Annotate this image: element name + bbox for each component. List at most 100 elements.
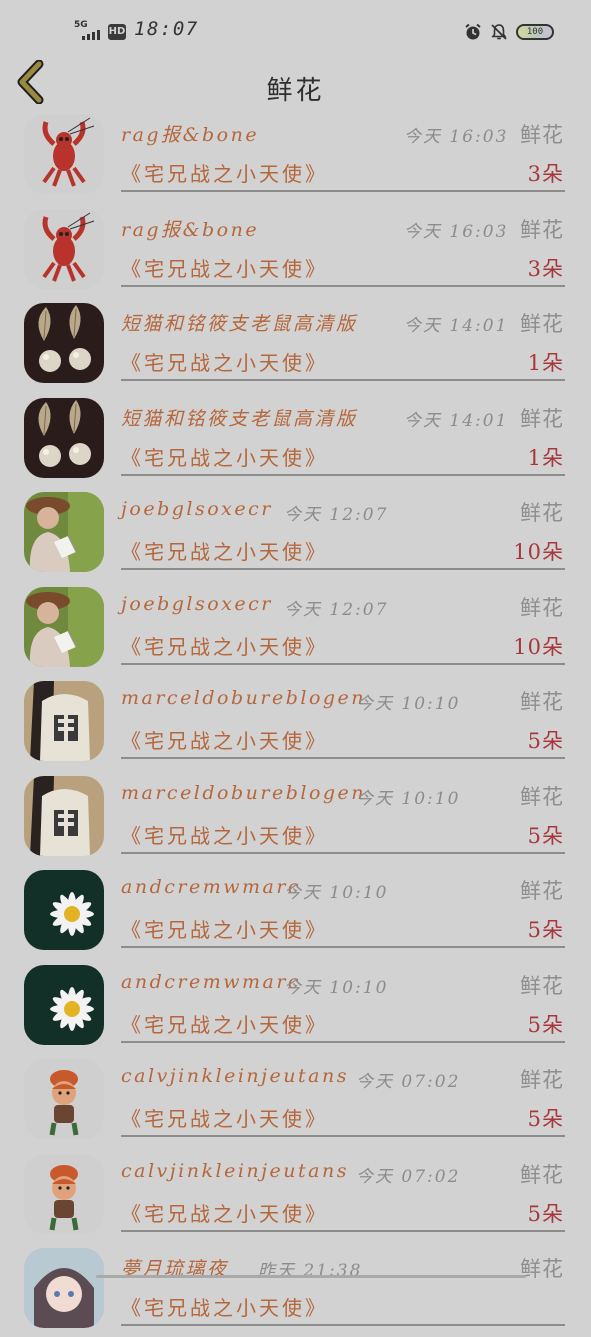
sender-name: marceldobureblogen	[121, 687, 367, 709]
book-title: 《宅兄战之小天使》	[121, 634, 328, 659]
gift-type: 鲜花	[520, 312, 564, 336]
gift-time: 今天 14:01	[404, 316, 509, 336]
alarm-icon	[465, 23, 481, 40]
signal-icon: 5G	[74, 20, 106, 42]
list-item[interactable]: marceldobureblogen 今天 10:10 鲜花 《宅兄战之小天使》…	[0, 770, 591, 865]
signal-bar	[82, 36, 85, 40]
gift-quantity: 5朵	[527, 823, 564, 848]
gift-time: 今天 10:10	[356, 788, 461, 809]
signal-bar	[97, 30, 100, 40]
book-title: 《宅兄战之小天使》	[121, 1296, 328, 1320]
gift-quantity: 5朵	[527, 918, 564, 942]
gift-time: 今天 07:02	[356, 1072, 461, 1092]
avatar-image	[24, 397, 104, 478]
gift-quantity: 5朵	[527, 1107, 564, 1131]
book-title: 《宅兄战之小天使》	[121, 823, 328, 848]
gift-quantity: 1朵	[527, 351, 564, 375]
gift-type: 鲜花	[520, 784, 564, 809]
avatar[interactable]	[24, 964, 104, 1045]
status-bar: 5G HD 18:07 100	[0, 0, 591, 56]
list-item[interactable]: andcremwmarc 今天 10:10 鲜花 《宅兄战之小天使》 5朵	[0, 959, 591, 1054]
gift-time: 今天 10:10	[284, 883, 389, 903]
hd-badge: HD	[108, 24, 126, 40]
sender-name: joebglsoxecr	[121, 498, 273, 520]
avatar[interactable]	[24, 775, 104, 856]
avatar-image	[24, 208, 104, 289]
avatar-image	[24, 114, 104, 194]
book-title: 《宅兄战之小天使》	[121, 918, 328, 942]
avatar[interactable]	[24, 114, 104, 194]
sender-name: andcremwmarc	[121, 970, 302, 993]
gift-type: 鲜花	[520, 1068, 564, 1092]
gift-type: 鲜花	[520, 406, 564, 431]
gift-quantity: 3朵	[527, 162, 564, 186]
row-divider	[121, 1229, 565, 1232]
avatar-image	[24, 1153, 104, 1234]
sender-name: joebglsoxecr	[121, 592, 273, 615]
gift-record-list: rag报&bone 今天 16:03 鲜花 《宅兄战之小天使》 3朵 rag报&…	[0, 108, 591, 1337]
row-divider	[121, 1040, 565, 1043]
sender-name: andcremwmarc	[121, 876, 302, 898]
header: 鲜花	[0, 56, 591, 108]
avatar[interactable]	[24, 681, 104, 761]
row-divider	[121, 473, 565, 476]
book-title: 《宅兄战之小天使》	[121, 1107, 328, 1131]
gift-type: 鲜花	[520, 217, 564, 242]
gift-type: 鲜花	[520, 690, 564, 714]
book-title: 《宅兄战之小天使》	[121, 1201, 328, 1226]
list-item[interactable]: rag报&bone 今天 16:03 鲜花 《宅兄战之小天使》 3朵	[0, 203, 591, 298]
gift-type: 鲜花	[520, 973, 564, 998]
sender-name: rag报&bone	[121, 218, 260, 241]
gift-time: 今天 10:10	[356, 694, 461, 714]
sender-name: rag报&bone	[121, 124, 260, 146]
gift-type: 鲜花	[520, 1257, 564, 1281]
list-item[interactable]: andcremwmarc 今天 10:10 鲜花 《宅兄战之小天使》 5朵	[0, 864, 591, 959]
row-divider	[121, 1135, 565, 1137]
avatar[interactable]	[24, 1153, 104, 1234]
gift-quantity: 10朵	[513, 540, 564, 564]
list-item[interactable]: joebglsoxecr 今天 12:07 鲜花 《宅兄战之小天使》 10朵	[0, 486, 591, 581]
gift-time: 今天 07:02	[356, 1166, 461, 1187]
book-title: 《宅兄战之小天使》	[121, 162, 328, 186]
avatar-image	[24, 681, 104, 761]
gift-quantity: 10朵	[513, 634, 564, 659]
avatar[interactable]	[24, 586, 104, 667]
book-title: 《宅兄战之小天使》	[121, 729, 328, 753]
gift-time: 今天 10:10	[284, 977, 389, 998]
gift-type: 鲜花	[520, 501, 564, 525]
avatar-image	[24, 586, 104, 667]
avatar-image	[24, 1248, 104, 1328]
gift-time: 今天 16:03	[404, 127, 509, 147]
list-item[interactable]: calvjinkleinjeutans 今天 07:02 鲜花 《宅兄战之小天使…	[0, 1053, 591, 1148]
avatar[interactable]	[24, 208, 104, 289]
row-divider	[121, 851, 565, 854]
list-item[interactable]: calvjinkleinjeutans 今天 07:02 鲜花 《宅兄战之小天使…	[0, 1148, 591, 1243]
sender-name: 短猫和铭筱支老鼠高清版	[121, 407, 358, 430]
row-divider	[121, 284, 565, 287]
avatar[interactable]	[24, 303, 104, 383]
status-time: 18:07	[134, 18, 199, 40]
avatar[interactable]	[24, 1248, 104, 1328]
network-type: 5G	[74, 20, 88, 30]
gift-quantity: 3朵	[527, 256, 564, 281]
row-divider	[121, 379, 565, 381]
list-item[interactable]: 夢月琉璃夜 昨天 21:38 鲜花 《宅兄战之小天使》	[0, 1242, 591, 1337]
gift-time: 今天 12:07	[284, 505, 389, 525]
avatar[interactable]	[24, 397, 104, 478]
row-divider	[121, 190, 565, 192]
avatar-image	[24, 1059, 104, 1139]
avatar[interactable]	[24, 1059, 104, 1139]
gift-quantity: 5朵	[527, 729, 564, 753]
list-item[interactable]: 短猫和铭筱支老鼠高清版 今天 14:01 鲜花 《宅兄战之小天使》 1朵	[0, 297, 591, 392]
list-item[interactable]: rag报&bone 今天 16:03 鲜花 《宅兄战之小天使》 3朵	[0, 108, 591, 203]
gift-type: 鲜花	[520, 879, 564, 903]
signal-bar	[92, 32, 95, 40]
list-item[interactable]: marceldobureblogen 今天 10:10 鲜花 《宅兄战之小天使》…	[0, 675, 591, 770]
list-item[interactable]: 短猫和铭筱支老鼠高清版 今天 14:01 鲜花 《宅兄战之小天使》 1朵	[0, 392, 591, 487]
row-divider	[121, 568, 565, 570]
avatar[interactable]	[24, 870, 104, 950]
avatar[interactable]	[24, 492, 104, 572]
list-item[interactable]: joebglsoxecr 今天 12:07 鲜花 《宅兄战之小天使》 10朵	[0, 581, 591, 676]
book-title: 《宅兄战之小天使》	[121, 351, 328, 375]
avatar-image	[24, 492, 104, 572]
